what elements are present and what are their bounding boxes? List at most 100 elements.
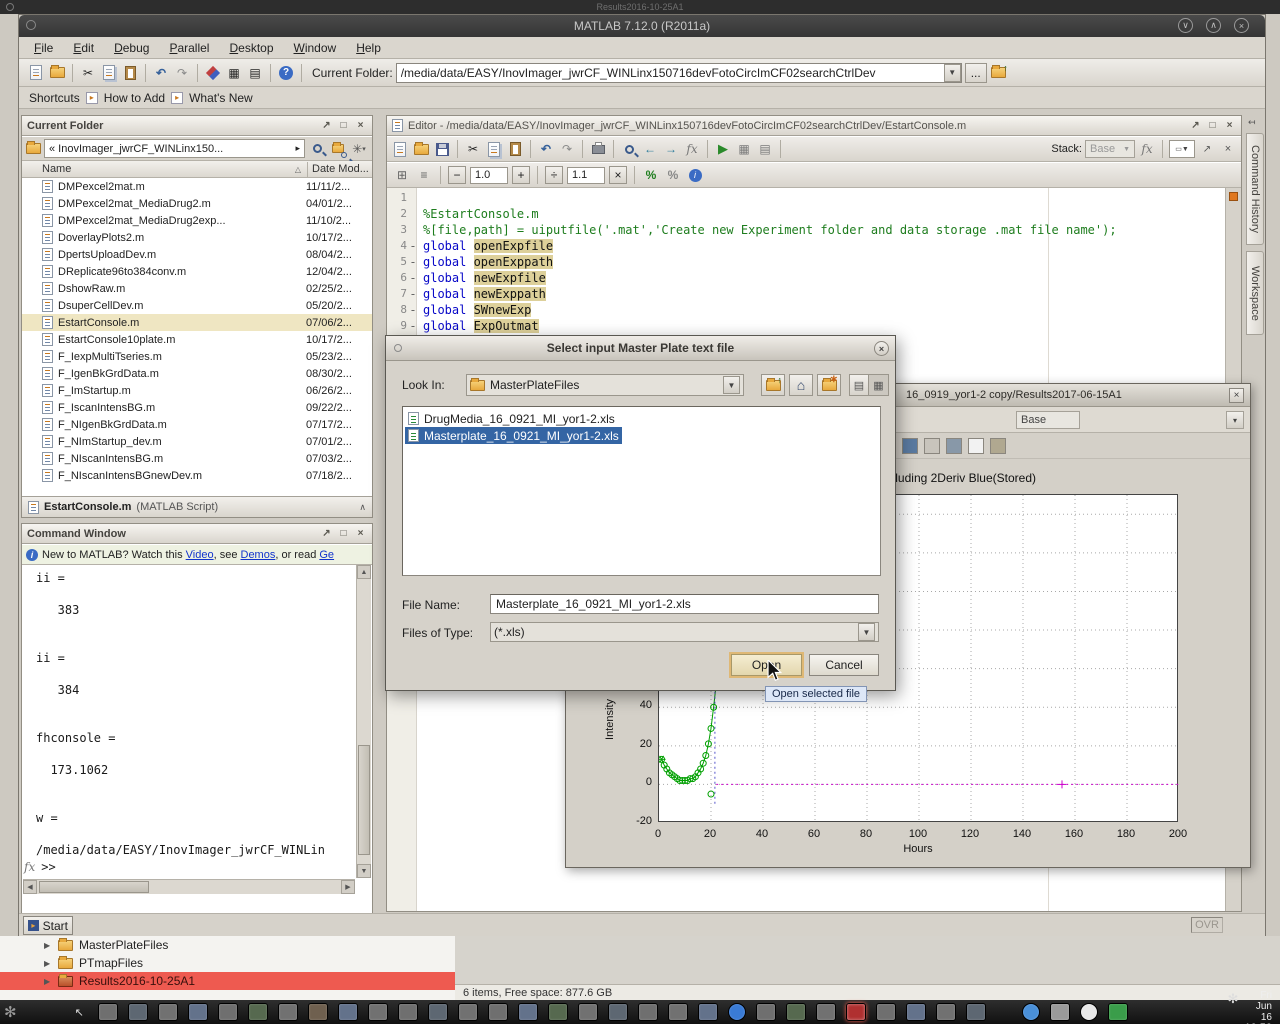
file-row[interactable]: DsuperCellDev.m05/20/2... <box>22 297 372 314</box>
file-row[interactable]: DMPexcel2mat_MediaDrug2.m04/01/2... <box>22 195 372 212</box>
dialog-titlebar[interactable]: Select input Master Plate text file × <box>386 336 895 361</box>
chevron-down-icon[interactable]: ▼ <box>944 64 961 82</box>
taskbar-app-icon[interactable] <box>308 1003 328 1021</box>
undock-icon[interactable]: ↗ <box>1189 119 1202 132</box>
dock-icon[interactable]: ↤ <box>1248 117 1256 128</box>
undock-icon[interactable]: ↗ <box>320 119 333 132</box>
simulink-icon[interactable] <box>204 64 222 82</box>
file-row[interactable]: F_ImStartup.m06/26/2... <box>22 382 372 399</box>
editor-titlebar[interactable]: Editor - /media/data/EASY/InovImager_jwr… <box>387 116 1241 136</box>
details-view-button[interactable]: ▦ <box>869 374 889 396</box>
stack-combo[interactable]: Base▼ <box>1085 140 1135 158</box>
copy-icon[interactable] <box>485 140 503 158</box>
figure-toolbar-icon[interactable] <box>946 438 962 454</box>
search-icon[interactable] <box>308 140 326 158</box>
taskbar-app-icon[interactable] <box>248 1003 268 1021</box>
shortcut-whats-new[interactable]: What's New <box>189 91 253 105</box>
tab-workspace[interactable]: Workspace <box>1246 251 1264 335</box>
list-view-button[interactable]: ▤ <box>849 374 869 396</box>
command-output[interactable]: ii = 383 ii = 384 fhconsole = 173.1062 w… <box>24 570 354 858</box>
current-folder-combo[interactable]: /media/data/EASY/InovImager_jwrCF_WINLin… <box>396 63 962 83</box>
taskbar-app-icon[interactable] <box>458 1003 478 1021</box>
taskbar-app-icon[interactable] <box>158 1003 178 1021</box>
matlab-titlebar[interactable]: MATLAB 7.12.0 (R2011a) ∨ ∧ × <box>19 15 1265 37</box>
taskbar-app-icon[interactable] <box>786 1003 806 1021</box>
up-one-level-button[interactable]: ↑ <box>761 374 785 396</box>
dialog-file-row[interactable]: Masterplate_16_0921_MI_yor1-2.xls <box>405 427 878 444</box>
search-folder-icon[interactable] <box>329 140 347 158</box>
uncomment-percent-icon[interactable]: % <box>664 166 682 184</box>
taskbar-app-icon[interactable] <box>728 1003 746 1021</box>
breadcrumb[interactable]: « InovImager_jwrCF_WINLinx150... ▸ <box>44 139 305 158</box>
maximize-icon[interactable]: □ <box>337 119 350 132</box>
name-column-header[interactable]: Name <box>42 163 295 175</box>
file-row[interactable]: DshowRaw.m02/25/2... <box>22 280 372 297</box>
video-link[interactable]: Video <box>186 549 214 561</box>
dialog-file-row[interactable]: DrugMedia_16_0921_MI_yor1-2.xls <box>405 410 878 427</box>
cell-value-field-right[interactable]: 1.1 <box>567 167 605 184</box>
file-row[interactable]: F_NImStartup_dev.m07/01/2... <box>22 433 372 450</box>
tray-status-icon[interactable] <box>1080 1003 1098 1021</box>
browse-folder-button[interactable]: ... <box>965 63 987 83</box>
paste-icon[interactable] <box>121 64 139 82</box>
decrease-value-button[interactable]: − <box>448 166 466 184</box>
close-icon[interactable]: × <box>1229 388 1244 403</box>
chevron-up-icon[interactable]: ∧ <box>359 502 366 513</box>
date-column-header[interactable]: Date Mod... <box>308 163 372 175</box>
file-row[interactable]: F_NIgenBkGrdData.m07/17/2... <box>22 416 372 433</box>
expander-icon[interactable]: ▶ <box>44 977 52 986</box>
back-icon[interactable]: ← <box>641 140 659 158</box>
taskbar-app-icon[interactable] <box>428 1003 448 1021</box>
menu-window[interactable]: Window <box>285 38 346 58</box>
open-file-icon[interactable] <box>412 140 430 158</box>
close-icon[interactable]: × <box>874 341 889 356</box>
file-row[interactable]: DoverlayPlots2.m10/17/2... <box>22 229 372 246</box>
scroll-down-icon[interactable]: ▼ <box>357 864 371 878</box>
taskbar-app-icon[interactable] <box>668 1003 688 1021</box>
vertical-scrollbar[interactable]: ▲ ▼ <box>356 565 371 878</box>
file-list-header[interactable]: Name △ Date Mod... <box>22 161 372 178</box>
menu-desktop[interactable]: Desktop <box>220 38 282 58</box>
increase-value-button[interactable]: + <box>512 166 530 184</box>
shortcut-how-to-add[interactable]: How to Add <box>104 91 165 105</box>
cancel-button[interactable]: Cancel <box>809 654 879 676</box>
scroll-up-icon[interactable]: ▲ <box>357 565 371 579</box>
help-icon[interactable]: ? <box>277 64 295 82</box>
layout-split-button[interactable]: ▭▼ <box>1169 140 1195 158</box>
tray-network-icon[interactable] <box>1022 1003 1040 1021</box>
home-button[interactable]: ⌂ <box>789 374 813 396</box>
insert-cell-icon[interactable]: ⊞ <box>393 166 411 184</box>
cut-icon[interactable]: ✂ <box>464 140 482 158</box>
code-line[interactable]: 9-global ExpOutmat <box>387 318 1225 334</box>
figure-toolbar-icon[interactable] <box>990 438 1006 454</box>
menu-edit[interactable]: Edit <box>64 38 103 58</box>
dialog-file-list[interactable]: DrugMedia_16_0921_MI_yor1-2.xlsMasterpla… <box>402 406 881 576</box>
close-icon[interactable]: × <box>1223 119 1236 132</box>
taskbar-app-icon[interactable] <box>816 1003 836 1021</box>
taskbar-app-icon[interactable] <box>488 1003 508 1021</box>
code-line[interactable]: 2%EstartConsole.m <box>387 206 1225 222</box>
start-button[interactable]: ▸ Start <box>23 916 73 935</box>
chevron-right-icon[interactable]: ▸ <box>295 143 300 154</box>
cell-value-field-left[interactable]: 1.0 <box>470 167 508 184</box>
comment-percent-icon[interactable]: % <box>642 166 660 184</box>
new-folder-button[interactable]: ∗ <box>817 374 841 396</box>
close-icon[interactable]: × <box>1234 18 1249 33</box>
taskbar-app-icon[interactable] <box>218 1003 238 1021</box>
tray-update-icon[interactable] <box>1108 1003 1128 1021</box>
figure-toolbar-icon[interactable] <box>968 438 984 454</box>
copy-icon[interactable] <box>100 64 118 82</box>
file-row[interactable]: DReplicate96to384conv.m12/04/2... <box>22 263 372 280</box>
profiler-icon[interactable]: ▤ <box>246 64 264 82</box>
file-manager-item[interactable]: ▶MasterPlateFiles <box>0 936 455 954</box>
taskbar-app-icon[interactable] <box>698 1003 718 1021</box>
save-icon[interactable] <box>433 140 451 158</box>
taskbar-active-window-icon[interactable] <box>846 1003 866 1021</box>
scroll-right-icon[interactable]: ▶ <box>341 880 355 894</box>
forward-icon[interactable]: → <box>662 140 680 158</box>
file-manager-item[interactable]: ▶PTmapFiles <box>0 954 455 972</box>
taskbar-app-icon[interactable] <box>278 1003 298 1021</box>
close-icon[interactable]: × <box>1219 140 1237 158</box>
taskbar-app-icon[interactable] <box>906 1003 926 1021</box>
command-prompt[interactable]: fx >> <box>24 860 56 874</box>
